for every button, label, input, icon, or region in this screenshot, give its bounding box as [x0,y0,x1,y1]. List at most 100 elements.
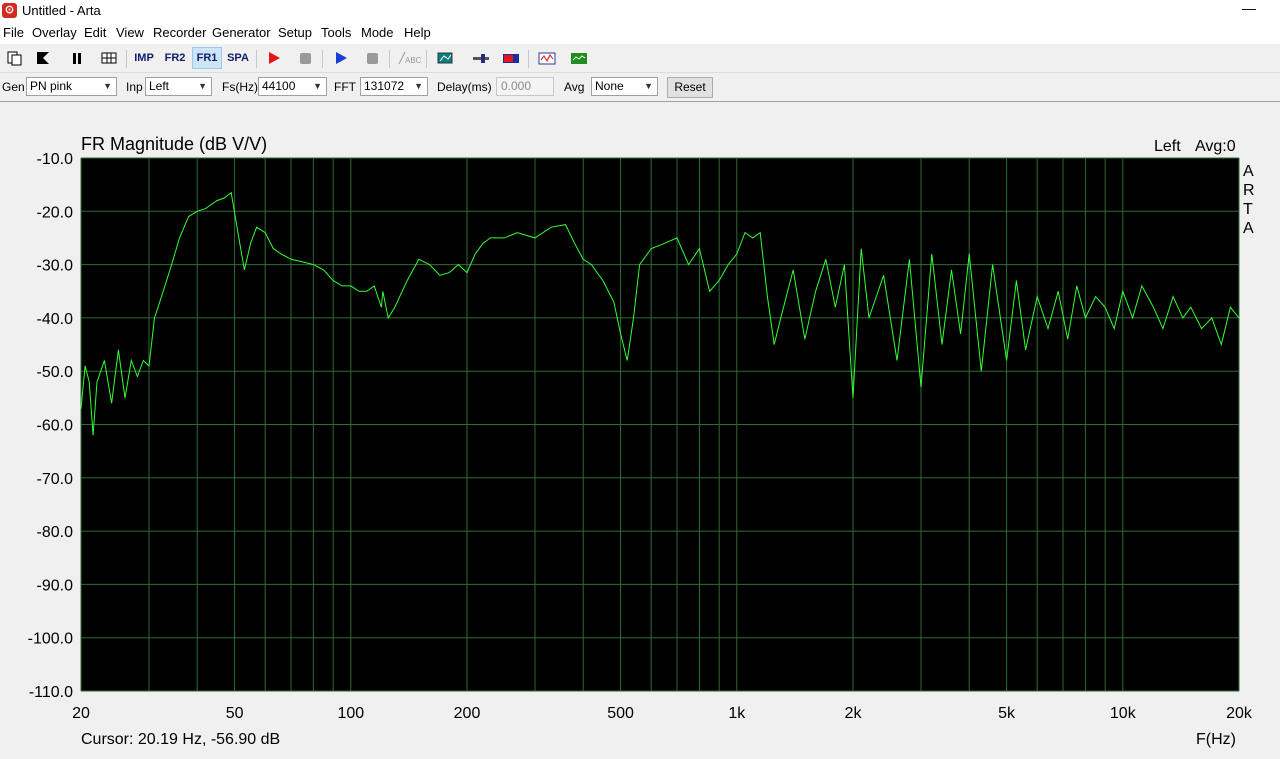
chart-title: FR Magnitude (dB V/V) [81,134,267,154]
menu-help[interactable]: Help [404,25,431,40]
inp-label: Inp [126,80,143,94]
delay-input[interactable]: 0.000 [496,77,554,96]
fs-value: 44100 [262,79,296,93]
x-axis-unit: F(Hz) [1196,731,1236,748]
x-tick-label: 50 [226,705,244,722]
generator-stop-button[interactable] [360,47,386,69]
menu-recorder[interactable]: Recorder [153,25,206,40]
level-meter-button[interactable] [498,47,524,69]
fft-select[interactable]: 131072 ▼ [360,77,428,96]
stop-icon [367,53,378,64]
spectrum-button[interactable] [566,47,592,69]
pause-icon [73,53,81,64]
menu-generator[interactable]: Generator [212,25,271,40]
svg-text:ABC: ABC [405,56,421,65]
x-tick-label: 20 [72,705,90,722]
x-tick-label: 2k [845,705,863,722]
pause-button[interactable] [64,47,90,69]
open-file-button[interactable] [30,47,56,69]
gen-value: PN pink [30,79,73,93]
imp-mode-button[interactable]: IMP [131,47,157,69]
chevron-down-icon: ▼ [414,81,423,91]
chevron-down-icon: ▼ [103,81,112,91]
fr1-label: FR1 [196,52,218,64]
slider-button[interactable] [468,47,494,69]
menu-edit[interactable]: Edit [84,25,106,40]
toolbar-separator [256,50,257,68]
y-tick-label: -20.0 [37,204,74,221]
inp-select[interactable]: Left ▼ [145,77,212,96]
y-tick-labels: -10.0 -20.0 -30.0 -40.0 -50.0 -60.0 -70.0 -80.0… [28,151,73,701]
menu-bar: File Overlay Edit View Recorder Generato… [0,22,1280,44]
scope-button[interactable] [534,47,560,69]
table-icon [101,52,117,64]
generator-play-button[interactable] [328,47,354,69]
toolbar-separator [426,50,427,68]
menu-mode[interactable]: Mode [361,25,394,40]
channel-label: Left [1154,138,1181,155]
y-tick-label: -30.0 [37,258,74,275]
new-file-button[interactable] [2,47,28,69]
gen-label: Gen [2,80,25,94]
record-stop-button[interactable] [293,47,319,69]
x-tick-label: 1k [728,705,746,722]
copy-pages-icon [7,51,22,66]
plot-panel: FR Magnitude (dB V/V) Left Avg:0 -10.0 -2… [0,102,1280,754]
grid-view-button[interactable] [96,47,122,69]
brand-letter: R [1243,182,1255,199]
fr2-label: FR2 [164,52,186,64]
inp-value: Left [149,79,170,93]
fr1-mode-button[interactable]: FR1 [192,47,222,69]
chevron-down-icon: ▼ [644,81,653,91]
brand-letter: T [1243,201,1253,218]
chevron-down-icon: ▼ [198,81,207,91]
abc-button[interactable]: ABC [396,47,422,69]
avg-count-label: Avg:0 [1195,138,1236,155]
abc-edit-icon: ABC [398,51,421,65]
menu-view[interactable]: View [116,25,144,40]
record-play-button[interactable] [261,47,287,69]
avg-select[interactable]: None ▼ [591,77,658,96]
x-tick-labels: 20 50 100 200 500 1k 2k 5k 10k 20k [72,705,1253,722]
avg-label: Avg [564,80,585,94]
chart-settings-button[interactable] [432,47,458,69]
scope-icon [538,52,556,65]
y-tick-label: -100.0 [28,631,73,648]
fft-value: 131072 [364,79,405,93]
minimize-button[interactable]: — [1242,0,1256,16]
toolbar-separator [126,50,127,68]
toolbar-separator [389,50,390,68]
x-tick-label: 10k [1110,705,1137,722]
y-tick-label: -10.0 [37,151,74,168]
fs-label: Fs(Hz) [222,80,258,94]
fft-label: FFT [334,80,356,94]
toolbar-separator [322,50,323,68]
x-tick-label: 100 [337,705,364,722]
avg-value: None [595,79,624,93]
menu-setup[interactable]: Setup [278,25,312,40]
x-tick-label: 5k [998,705,1016,722]
menu-tools[interactable]: Tools [321,25,351,40]
fr-magnitude-chart[interactable]: FR Magnitude (dB V/V) Left Avg:0 -10.0 -2… [0,102,1280,754]
cursor-readout: Cursor: 20.19 Hz, -56.90 dB [81,731,280,748]
toolbar: IMP FR2 FR1 SPA ABC [0,44,1280,73]
control-bar: Gen PN pink ▼ Inp Left ▼ Fs(Hz) 44100 ▼ … [0,73,1280,102]
y-tick-label: -50.0 [37,364,74,381]
spectrum-icon [571,53,587,64]
y-tick-label: -80.0 [37,524,74,541]
fs-select[interactable]: 44100 ▼ [258,77,327,96]
y-tick-label: -60.0 [37,418,74,435]
arta-app-icon: ⊙ [2,3,17,18]
reset-button[interactable]: Reset [667,77,713,98]
menu-file[interactable]: File [3,25,24,40]
stop-icon [300,53,311,64]
delay-label: Delay(ms) [437,80,492,94]
chart-window-icon [437,52,453,64]
gen-select[interactable]: PN pink ▼ [26,77,117,96]
spa-mode-button[interactable]: SPA [225,47,251,69]
slider-icon [473,54,489,63]
flag-icon [37,52,49,64]
toolbar-separator [528,50,529,68]
fr2-mode-button[interactable]: FR2 [162,47,188,69]
menu-overlay[interactable]: Overlay [32,25,77,40]
